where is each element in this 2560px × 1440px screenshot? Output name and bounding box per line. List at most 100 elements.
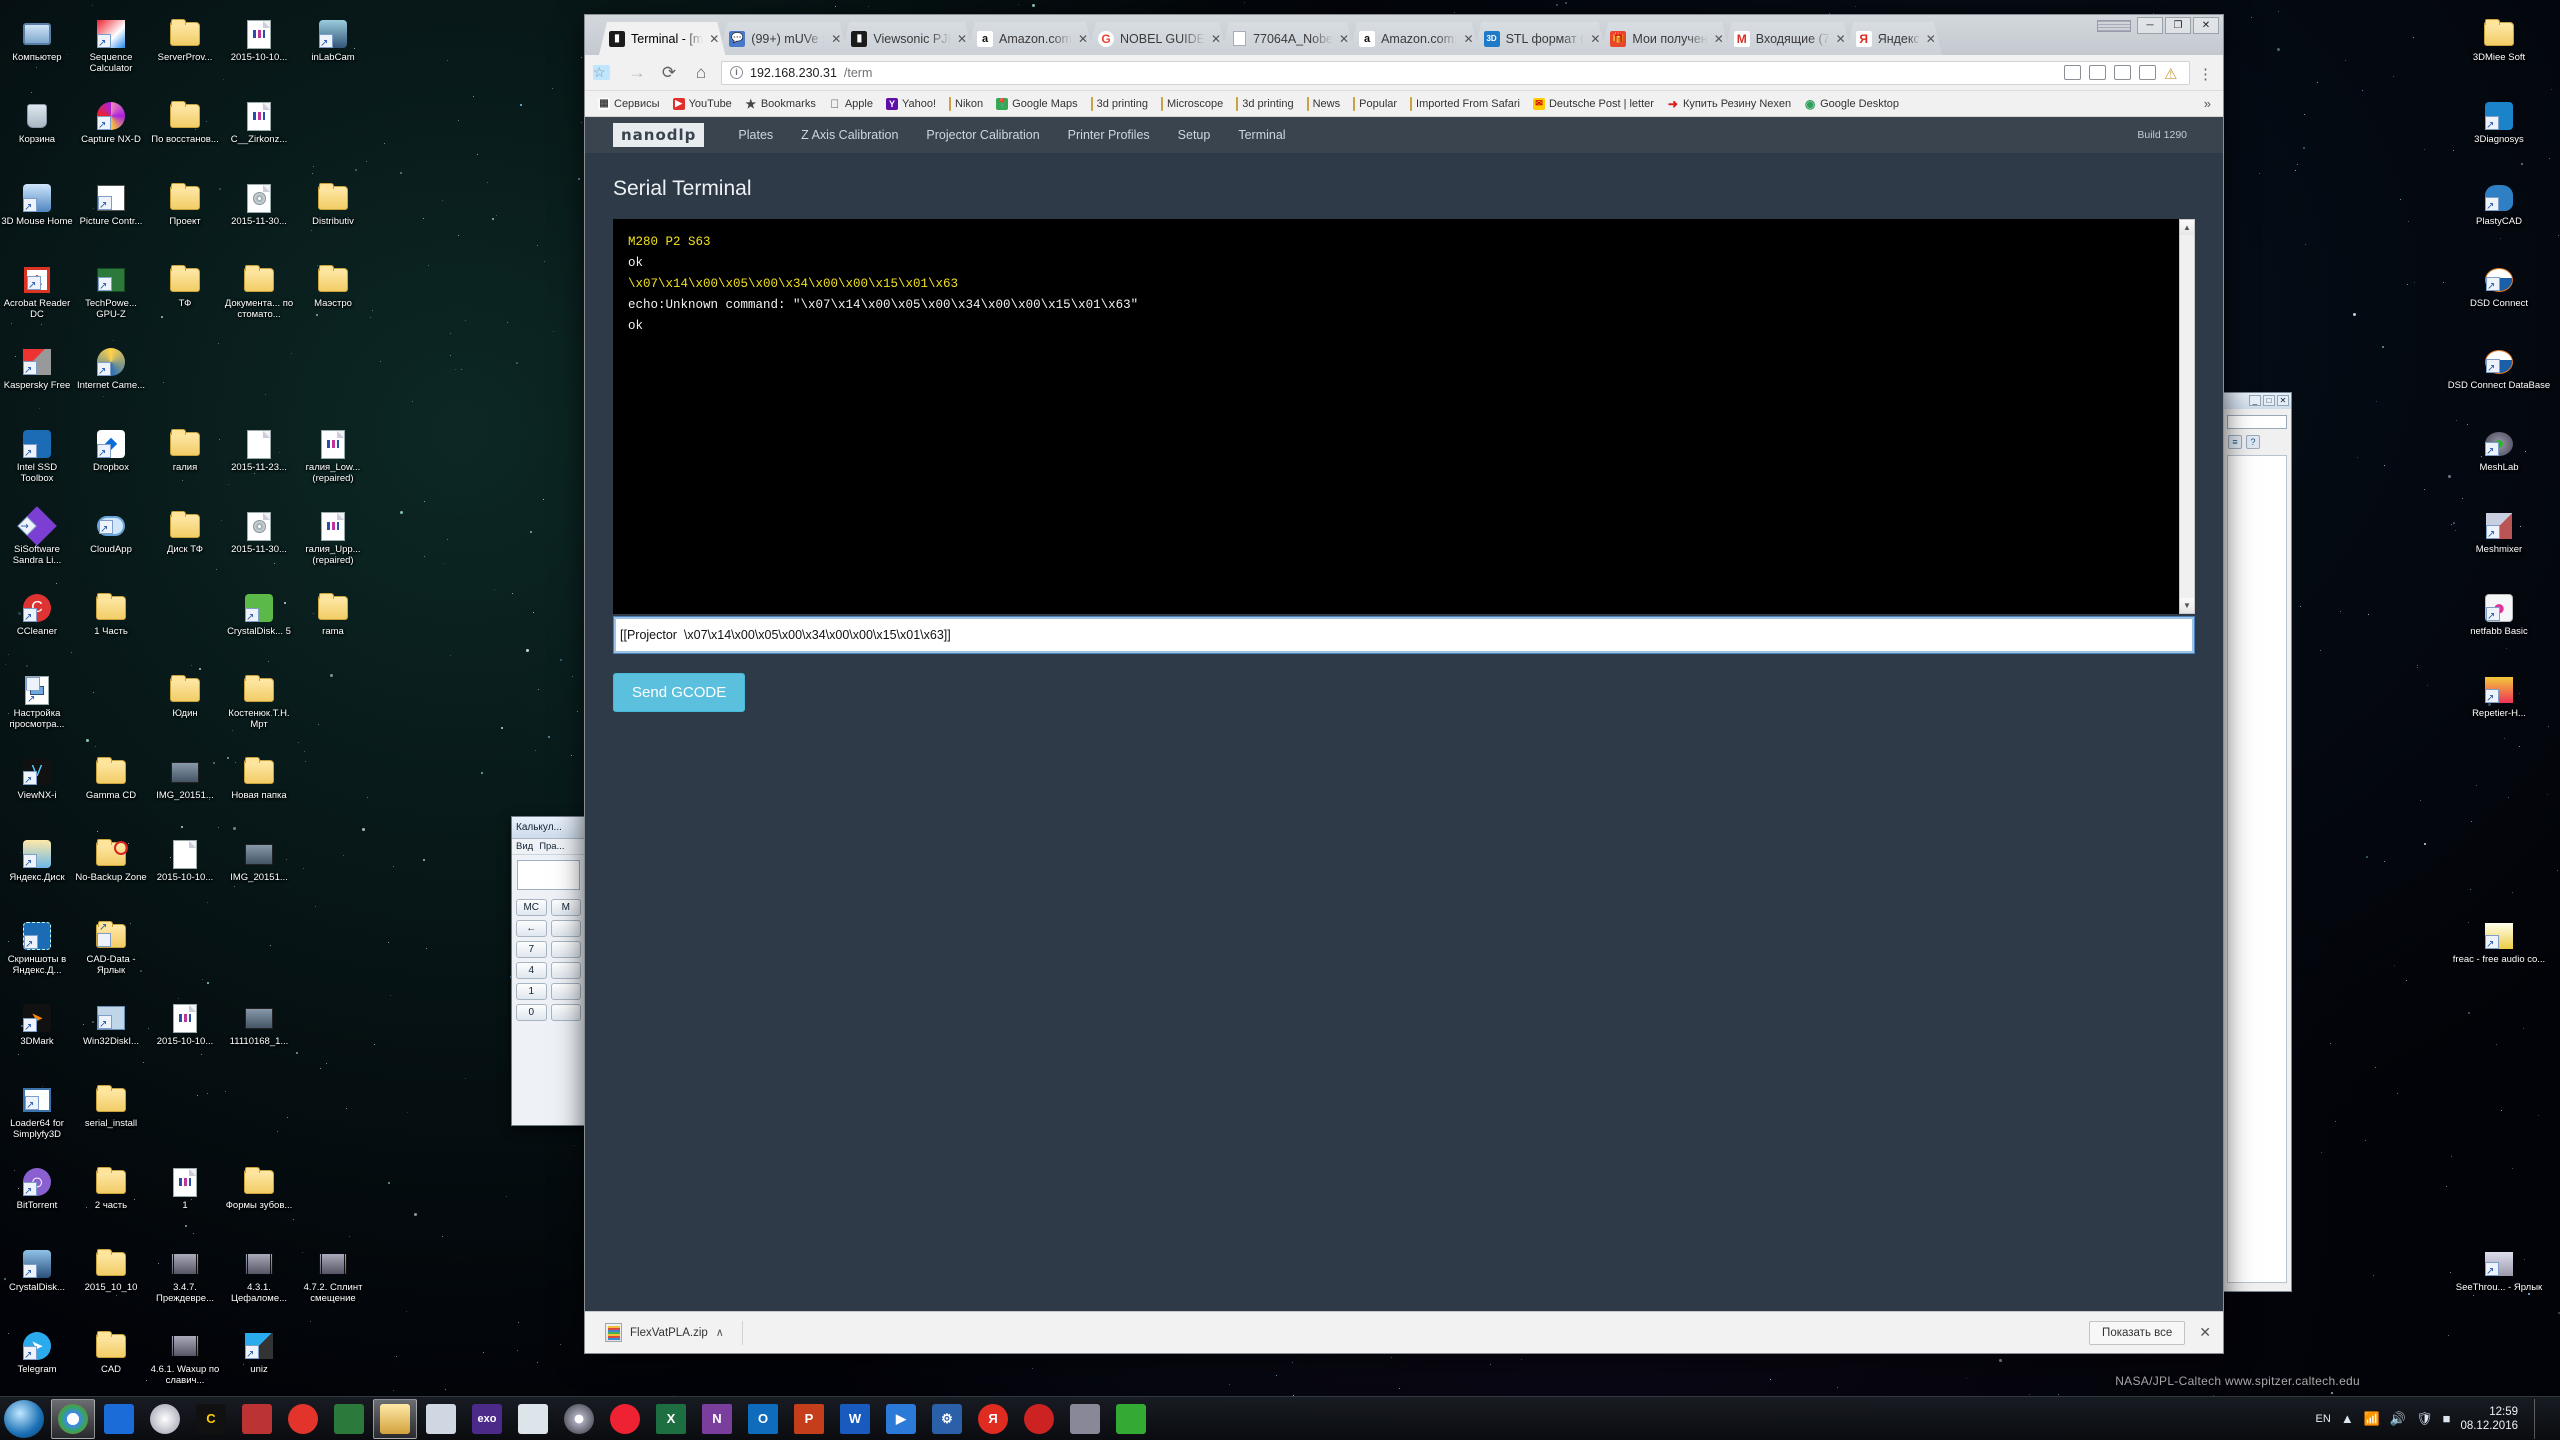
gcode-input[interactable] bbox=[613, 616, 2195, 654]
desktop-icon[interactable]: 2 часть bbox=[74, 1162, 148, 1244]
bookmark-item[interactable]: ✉ Deutsche Post | letter bbox=[1528, 96, 1659, 112]
desktop-icon[interactable]: 2015-11-30... bbox=[222, 506, 296, 588]
taskbar-item[interactable]: X bbox=[649, 1399, 693, 1439]
desktop-icon[interactable]: inLabCam bbox=[296, 14, 370, 96]
desktop-icon[interactable]: Sequence Calculator bbox=[74, 14, 148, 96]
desktop-icon[interactable]: ● netfabb Basic bbox=[2444, 588, 2554, 670]
taskbar-item[interactable]: W bbox=[833, 1399, 877, 1439]
battery-icon[interactable]: ■ bbox=[2443, 1411, 2451, 1426]
desktop-icon[interactable]: CrystalDisk... bbox=[0, 1244, 74, 1326]
bookmark-item[interactable]: News bbox=[1302, 96, 1346, 112]
desktop-icon[interactable]: ServerProv... bbox=[148, 14, 222, 96]
desktop-icon[interactable]: rama bbox=[296, 588, 370, 670]
close-downloads-bar-icon[interactable]: ✕ bbox=[2199, 1324, 2211, 1341]
calculator-key[interactable] bbox=[550, 941, 581, 958]
desktop-icon[interactable]: Маэстро bbox=[296, 260, 370, 342]
desktop-icon[interactable]: CAD-Data - Ярлык bbox=[74, 916, 148, 998]
browser-tab[interactable]: 3D STL формат ( ✕ bbox=[1474, 22, 1607, 55]
desktop-icon[interactable]: 3Diagnosys bbox=[2444, 96, 2554, 178]
desktop-icon[interactable]: DSD Connect bbox=[2444, 260, 2554, 342]
download-item[interactable]: FlexVatPLA.zip ∧ bbox=[597, 1319, 732, 1346]
desktop-icon[interactable]: 2015-11-30... bbox=[222, 178, 296, 260]
desktop-icon[interactable]: Скриншоты в Яндекс.Д... bbox=[0, 916, 74, 998]
desktop-icon[interactable]: 2015-11-23... bbox=[222, 424, 296, 506]
downloads-bar[interactable]: FlexVatPLA.zip ∧ Показать все ✕ bbox=[585, 1311, 2223, 1353]
site-info-icon[interactable]: i bbox=[730, 66, 743, 79]
clock[interactable]: 12:59 08.12.2016 bbox=[2460, 1405, 2518, 1433]
desktop-icon[interactable]: По восстанов... bbox=[148, 96, 222, 178]
bookmark-item[interactable]: Microscope bbox=[1156, 96, 1228, 112]
desktop-icon[interactable]: MeshLab bbox=[2444, 424, 2554, 506]
forward-icon[interactable]: → bbox=[625, 63, 649, 83]
bookmark-item[interactable]: ▦ Сервисы bbox=[593, 96, 665, 112]
nav-z-axis-calibration[interactable]: Z Axis Calibration bbox=[787, 128, 912, 142]
close-icon[interactable]: ✕ bbox=[2277, 395, 2289, 406]
taskbar-item[interactable] bbox=[1109, 1399, 1153, 1439]
desktop-icon[interactable]: 11110168_1... bbox=[222, 998, 296, 1080]
desktop-icon[interactable]: Distributiv bbox=[296, 178, 370, 260]
background-window-search-input[interactable] bbox=[2227, 415, 2287, 429]
browser-tab[interactable]: G NOBEL GUIDE ✕ bbox=[1088, 22, 1227, 55]
list-icon[interactable]: ≡ bbox=[2228, 435, 2242, 449]
calculator-key[interactable] bbox=[550, 920, 581, 937]
close-tab-icon[interactable]: ✕ bbox=[957, 32, 967, 46]
scroll-up-icon[interactable]: ▲ bbox=[2180, 220, 2194, 235]
calculator-key[interactable]: ← bbox=[516, 920, 547, 937]
reload-icon[interactable]: ⟳ bbox=[657, 63, 681, 83]
calculator-key[interactable] bbox=[550, 962, 581, 979]
nav-setup[interactable]: Setup bbox=[1164, 128, 1225, 142]
window-controls[interactable]: ─ ❐ ✕ bbox=[2097, 17, 2219, 34]
desktop-icon[interactable]: DSD Connect DataBase bbox=[2444, 342, 2554, 424]
taskbar-item[interactable]: ⚙ bbox=[925, 1399, 969, 1439]
bookmark-item[interactable]: Y Yahoo! bbox=[881, 96, 941, 112]
maximize-icon[interactable]: □ bbox=[2263, 395, 2275, 406]
desktop-icon[interactable]: галия bbox=[148, 424, 222, 506]
windows-taskbar[interactable]: C exo X N O P W ▶ ⚙ Я EN ▲ 📶 🔊 🛡 ■ 12:59… bbox=[0, 1396, 2560, 1440]
browser-tab[interactable]: a Amazon.com: ✕ bbox=[1349, 22, 1479, 55]
minimize-icon[interactable]: _ bbox=[2249, 395, 2261, 406]
downloads-bar-actions[interactable]: Показать все ✕ bbox=[2089, 1320, 2211, 1345]
desktop-icon[interactable]: Новая папка bbox=[222, 752, 296, 834]
show-hidden-icons-icon[interactable]: ▲ bbox=[2341, 1411, 2354, 1426]
browser-tab[interactable]: ▮ Viewsonic PJI ✕ bbox=[841, 22, 973, 55]
chrome-menu-icon[interactable]: ⋮ bbox=[2198, 65, 2215, 83]
bookmark-item[interactable]: ★ Bookmarks bbox=[740, 96, 821, 112]
desktop-icon[interactable]: Loader64 for Simplyfy3D bbox=[0, 1080, 74, 1162]
taskbar-item[interactable] bbox=[603, 1399, 647, 1439]
desktop-icon[interactable]: Проект bbox=[148, 178, 222, 260]
desktop-icon[interactable]: TechPowe... GPU-Z bbox=[74, 260, 148, 342]
desktop-icon[interactable]: 2015_10_10 bbox=[74, 1244, 148, 1326]
bookmark-item[interactable]:  Apple bbox=[824, 96, 878, 112]
desktop-icon[interactable]: Repetier-H... bbox=[2444, 670, 2554, 752]
desktop-icon[interactable]: Kaspersky Free bbox=[0, 342, 74, 424]
desktop-icon[interactable]: IMG_20151... bbox=[148, 752, 222, 834]
bookmark-star-icon[interactable]: ☆ bbox=[593, 65, 610, 80]
bookmark-item[interactable]: ◉ Google Desktop bbox=[1799, 96, 1904, 112]
desktop-icon[interactable]: Win32DiskI... bbox=[74, 998, 148, 1080]
desktop-icon[interactable]: freac - free audio co... bbox=[2444, 916, 2554, 998]
close-tab-icon[interactable]: ✕ bbox=[1339, 32, 1349, 46]
desktop-icon[interactable]: SeeThrou... - Ярлык bbox=[2444, 1244, 2554, 1326]
desktop-icon[interactable]: 3.4.7. Преждевре... bbox=[148, 1244, 222, 1326]
taskbar-item[interactable] bbox=[1017, 1399, 1061, 1439]
home-icon[interactable]: ⌂ bbox=[689, 63, 713, 83]
close-tab-icon[interactable]: ✕ bbox=[1926, 32, 1936, 46]
close-tab-icon[interactable]: ✕ bbox=[1211, 32, 1221, 46]
bookmark-item[interactable]: 📍 Google Maps bbox=[991, 96, 1082, 112]
desktop-icon[interactable]: Gamma CD bbox=[74, 752, 148, 834]
desktop-icon[interactable]: SiSoftware Sandra Li... bbox=[0, 506, 74, 588]
background-window[interactable]: _ □ ✕ ≡ ? bbox=[2222, 392, 2292, 1292]
desktop-icon[interactable]: Диск ТФ bbox=[148, 506, 222, 588]
desktop-icon[interactable]: ТФ bbox=[148, 260, 222, 342]
desktop-icon[interactable]: Picture Contr... bbox=[74, 178, 148, 260]
desktop-icon[interactable]: C__Zirkonz... bbox=[222, 96, 296, 178]
language-indicator[interactable]: EN bbox=[2316, 1413, 2331, 1425]
desktop-icon[interactable]: A Acrobat Reader DC bbox=[0, 260, 74, 342]
shield-icon[interactable]: 🛡 bbox=[2416, 1411, 2433, 1427]
desktop-icon[interactable]: No-Backup Zone bbox=[74, 834, 148, 916]
taskbar-item[interactable] bbox=[1063, 1399, 1107, 1439]
desktop-icon[interactable]: IMG_20151... bbox=[222, 834, 296, 916]
taskbar-item[interactable]: O bbox=[741, 1399, 785, 1439]
bookmarks-bar[interactable]: ▦ Сервисы ▶ YouTube ★ Bookmarks  Apple … bbox=[585, 91, 2223, 117]
taskbar-item[interactable] bbox=[419, 1399, 463, 1439]
